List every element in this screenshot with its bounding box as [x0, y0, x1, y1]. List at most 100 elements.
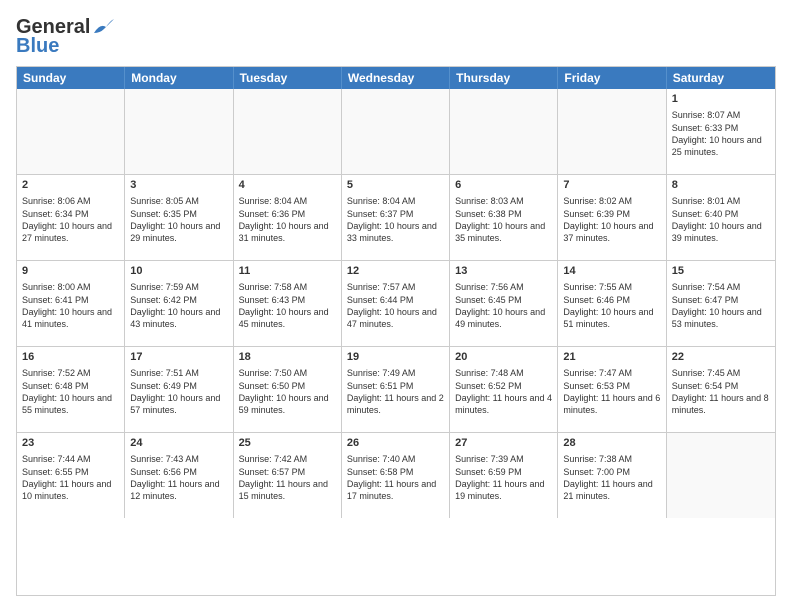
- calendar-day-21: 21 Sunrise: 7:47 AM Sunset: 6:53 PM Dayli…: [558, 347, 666, 432]
- day-number: 6: [455, 178, 552, 193]
- calendar-week-1: 1 Sunrise: 8:07 AM Sunset: 6:33 PM Daylig…: [17, 89, 775, 175]
- day-header-wednesday: Wednesday: [342, 67, 450, 89]
- day-number: 3: [130, 178, 227, 193]
- calendar-empty-cell: [667, 433, 775, 518]
- day-info: Sunrise: 7:40 AM Sunset: 6:58 PM Dayligh…: [347, 453, 444, 502]
- day-header-saturday: Saturday: [667, 67, 775, 89]
- day-number: 19: [347, 350, 444, 365]
- calendar-day-11: 11 Sunrise: 7:58 AM Sunset: 6:43 PM Dayli…: [234, 261, 342, 346]
- day-number: 12: [347, 264, 444, 279]
- day-number: 28: [563, 436, 660, 451]
- calendar-header: SundayMondayTuesdayWednesdayThursdayFrid…: [17, 67, 775, 89]
- day-info: Sunrise: 8:02 AM Sunset: 6:39 PM Dayligh…: [563, 195, 660, 244]
- day-number: 15: [672, 264, 770, 279]
- day-info: Sunrise: 8:01 AM Sunset: 6:40 PM Dayligh…: [672, 195, 770, 244]
- calendar-day-2: 2Sunrise: 8:06 AM Sunset: 6:34 PM Daylig…: [17, 175, 125, 260]
- day-number: 2: [22, 178, 119, 193]
- day-header-thursday: Thursday: [450, 67, 558, 89]
- day-number: 13: [455, 264, 552, 279]
- day-number: 20: [455, 350, 552, 365]
- calendar-day-20: 20 Sunrise: 7:48 AM Sunset: 6:52 PM Dayli…: [450, 347, 558, 432]
- header: General Blue: [16, 16, 776, 58]
- day-number: 18: [239, 350, 336, 365]
- day-info: Sunrise: 7:38 AM Sunset: 7:00 PM Dayligh…: [563, 453, 660, 502]
- day-info: Sunrise: 7:58 AM Sunset: 6:43 PM Dayligh…: [239, 281, 336, 330]
- calendar-day-9: 9Sunrise: 8:00 AM Sunset: 6:41 PM Daylig…: [17, 261, 125, 346]
- calendar-day-16: 16 Sunrise: 7:52 AM Sunset: 6:48 PM Dayli…: [17, 347, 125, 432]
- day-number: 27: [455, 436, 552, 451]
- day-number: 1: [672, 92, 770, 107]
- calendar-day-19: 19 Sunrise: 7:49 AM Sunset: 6:51 PM Dayli…: [342, 347, 450, 432]
- day-info: Sunrise: 7:52 AM Sunset: 6:48 PM Dayligh…: [22, 367, 119, 416]
- day-number: 21: [563, 350, 660, 365]
- calendar-body: 1 Sunrise: 8:07 AM Sunset: 6:33 PM Daylig…: [17, 89, 775, 518]
- calendar-week-2: 2Sunrise: 8:06 AM Sunset: 6:34 PM Daylig…: [17, 175, 775, 261]
- day-info: Sunrise: 7:51 AM Sunset: 6:49 PM Dayligh…: [130, 367, 227, 416]
- calendar-day-17: 17 Sunrise: 7:51 AM Sunset: 6:49 PM Dayli…: [125, 347, 233, 432]
- day-number: 9: [22, 264, 119, 279]
- calendar-day-8: 8 Sunrise: 8:01 AM Sunset: 6:40 PM Daylig…: [667, 175, 775, 260]
- calendar-day-27: 27 Sunrise: 7:39 AM Sunset: 6:59 PM Dayli…: [450, 433, 558, 518]
- day-info: Sunrise: 8:03 AM Sunset: 6:38 PM Dayligh…: [455, 195, 552, 244]
- calendar-day-23: 23 Sunrise: 7:44 AM Sunset: 6:55 PM Dayli…: [17, 433, 125, 518]
- logo: General Blue: [16, 16, 114, 58]
- day-info: Sunrise: 7:54 AM Sunset: 6:47 PM Dayligh…: [672, 281, 770, 330]
- day-info: Sunrise: 8:04 AM Sunset: 6:36 PM Dayligh…: [239, 195, 336, 244]
- calendar-day-12: 12Sunrise: 7:57 AM Sunset: 6:44 PM Dayli…: [342, 261, 450, 346]
- day-info: Sunrise: 7:56 AM Sunset: 6:45 PM Dayligh…: [455, 281, 552, 330]
- calendar-day-26: 26 Sunrise: 7:40 AM Sunset: 6:58 PM Dayli…: [342, 433, 450, 518]
- calendar-empty-cell: [234, 89, 342, 174]
- calendar-day-5: 5 Sunrise: 8:04 AM Sunset: 6:37 PM Daylig…: [342, 175, 450, 260]
- day-number: 26: [347, 436, 444, 451]
- day-info: Sunrise: 7:59 AM Sunset: 6:42 PM Dayligh…: [130, 281, 227, 330]
- page: General Blue SundayMondayTuesdayWednesda…: [0, 0, 792, 612]
- calendar-day-24: 24 Sunrise: 7:43 AM Sunset: 6:56 PM Dayli…: [125, 433, 233, 518]
- calendar-empty-cell: [450, 89, 558, 174]
- calendar-day-14: 14Sunrise: 7:55 AM Sunset: 6:46 PM Dayli…: [558, 261, 666, 346]
- calendar-day-18: 18 Sunrise: 7:50 AM Sunset: 6:50 PM Dayli…: [234, 347, 342, 432]
- calendar-empty-cell: [125, 89, 233, 174]
- day-info: Sunrise: 7:48 AM Sunset: 6:52 PM Dayligh…: [455, 367, 552, 416]
- day-number: 5: [347, 178, 444, 193]
- day-info: Sunrise: 8:07 AM Sunset: 6:33 PM Dayligh…: [672, 109, 770, 158]
- day-info: Sunrise: 7:47 AM Sunset: 6:53 PM Dayligh…: [563, 367, 660, 416]
- day-info: Sunrise: 7:39 AM Sunset: 6:59 PM Dayligh…: [455, 453, 552, 502]
- day-info: Sunrise: 7:55 AM Sunset: 6:46 PM Dayligh…: [563, 281, 660, 330]
- day-info: Sunrise: 7:49 AM Sunset: 6:51 PM Dayligh…: [347, 367, 444, 416]
- day-number: 23: [22, 436, 119, 451]
- calendar: SundayMondayTuesdayWednesdayThursdayFrid…: [16, 66, 776, 596]
- calendar-empty-cell: [342, 89, 450, 174]
- calendar-day-22: 22Sunrise: 7:45 AM Sunset: 6:54 PM Dayli…: [667, 347, 775, 432]
- calendar-day-28: 28 Sunrise: 7:38 AM Sunset: 7:00 PM Dayli…: [558, 433, 666, 518]
- day-number: 10: [130, 264, 227, 279]
- day-info: Sunrise: 7:44 AM Sunset: 6:55 PM Dayligh…: [22, 453, 119, 502]
- calendar-day-6: 6 Sunrise: 8:03 AM Sunset: 6:38 PM Daylig…: [450, 175, 558, 260]
- day-header-sunday: Sunday: [17, 67, 125, 89]
- day-header-monday: Monday: [125, 67, 233, 89]
- logo-bird-icon: [92, 19, 114, 37]
- day-header-tuesday: Tuesday: [234, 67, 342, 89]
- day-number: 25: [239, 436, 336, 451]
- calendar-day-4: 4 Sunrise: 8:04 AM Sunset: 6:36 PM Daylig…: [234, 175, 342, 260]
- day-number: 16: [22, 350, 119, 365]
- day-info: Sunrise: 7:50 AM Sunset: 6:50 PM Dayligh…: [239, 367, 336, 416]
- day-number: 24: [130, 436, 227, 451]
- day-info: Sunrise: 7:45 AM Sunset: 6:54 PM Dayligh…: [672, 367, 770, 416]
- day-number: 4: [239, 178, 336, 193]
- day-number: 17: [130, 350, 227, 365]
- calendar-day-7: 7 Sunrise: 8:02 AM Sunset: 6:39 PM Daylig…: [558, 175, 666, 260]
- calendar-day-1: 1 Sunrise: 8:07 AM Sunset: 6:33 PM Daylig…: [667, 89, 775, 174]
- calendar-day-15: 15 Sunrise: 7:54 AM Sunset: 6:47 PM Dayli…: [667, 261, 775, 346]
- day-header-friday: Friday: [558, 67, 666, 89]
- calendar-day-25: 25 Sunrise: 7:42 AM Sunset: 6:57 PM Dayli…: [234, 433, 342, 518]
- calendar-day-3: 3 Sunrise: 8:05 AM Sunset: 6:35 PM Daylig…: [125, 175, 233, 260]
- calendar-week-3: 9Sunrise: 8:00 AM Sunset: 6:41 PM Daylig…: [17, 261, 775, 347]
- day-info: Sunrise: 7:42 AM Sunset: 6:57 PM Dayligh…: [239, 453, 336, 502]
- day-number: 11: [239, 264, 336, 279]
- day-number: 7: [563, 178, 660, 193]
- calendar-empty-cell: [17, 89, 125, 174]
- day-info: Sunrise: 8:05 AM Sunset: 6:35 PM Dayligh…: [130, 195, 227, 244]
- day-info: Sunrise: 7:43 AM Sunset: 6:56 PM Dayligh…: [130, 453, 227, 502]
- day-number: 8: [672, 178, 770, 193]
- day-info: Sunrise: 8:04 AM Sunset: 6:37 PM Dayligh…: [347, 195, 444, 244]
